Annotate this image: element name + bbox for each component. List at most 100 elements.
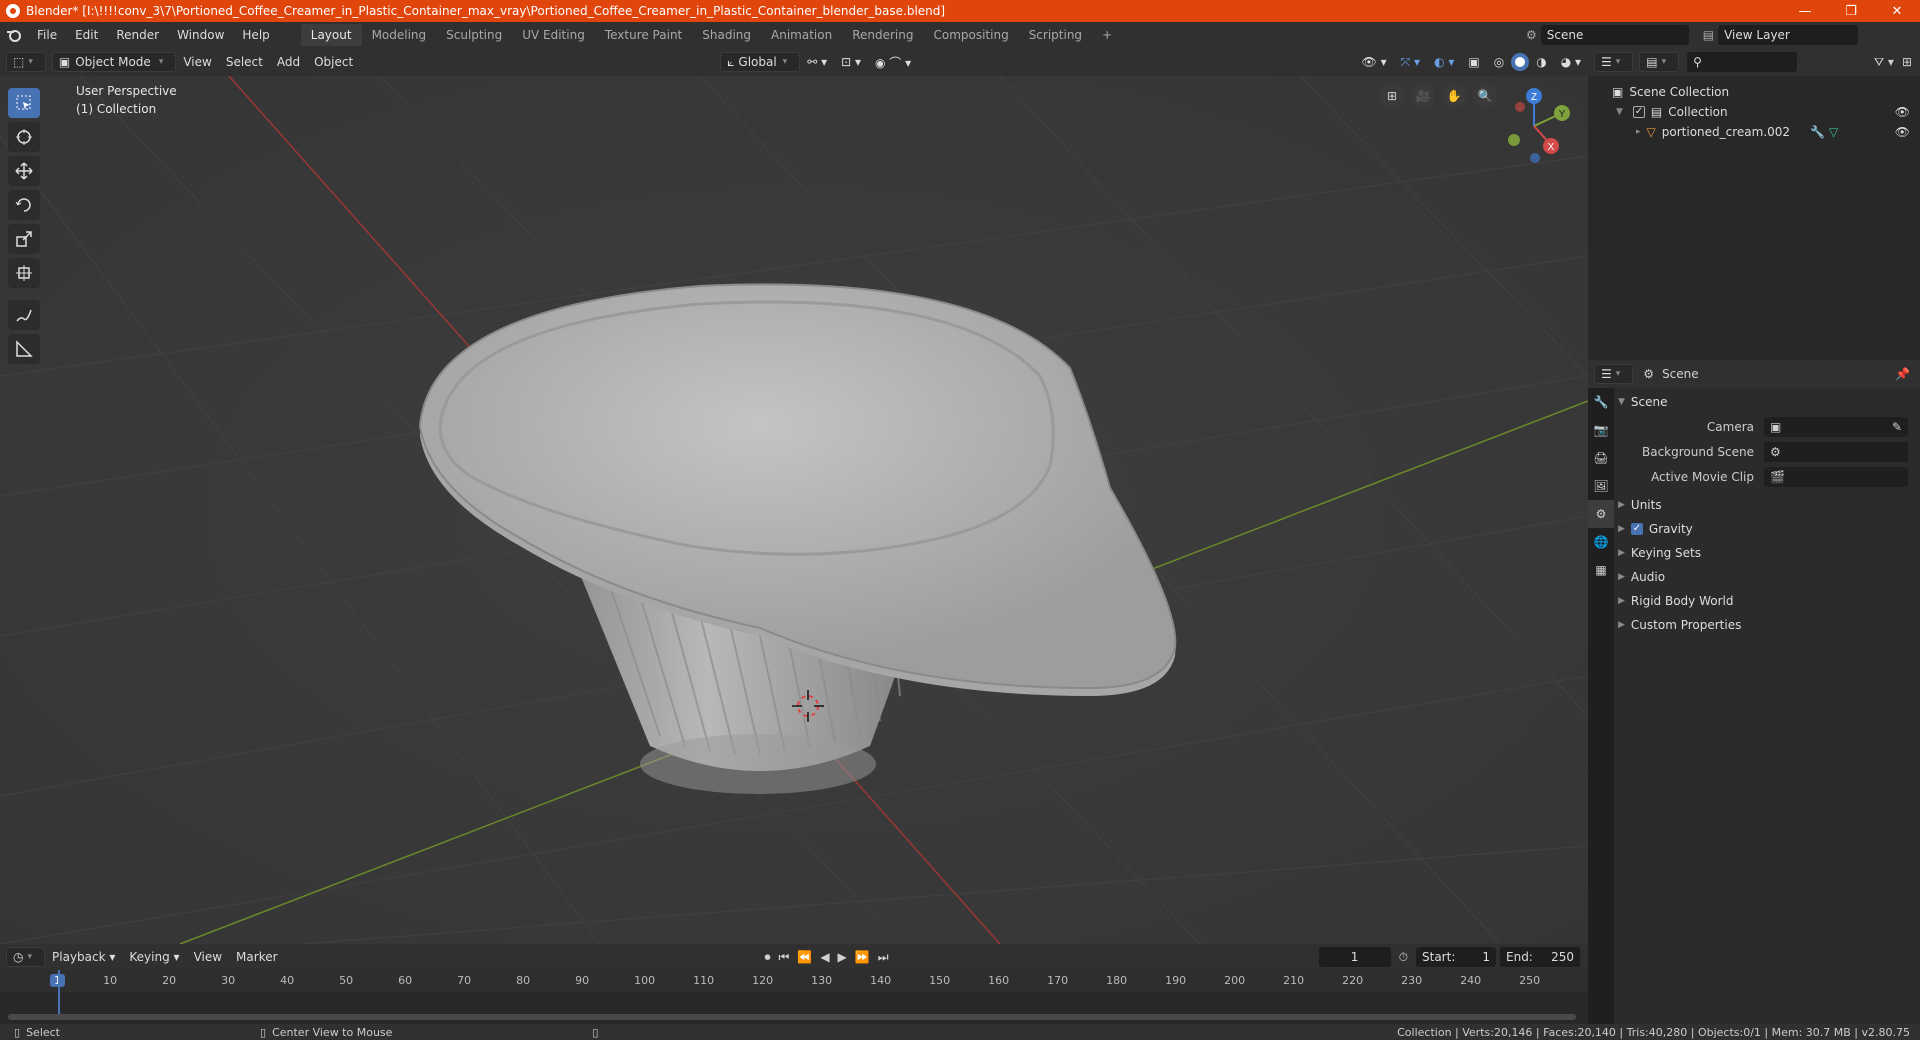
scene-tab-icon[interactable]: ⚙ bbox=[1588, 500, 1614, 528]
scale-tool[interactable] bbox=[8, 224, 40, 254]
keying-sets-panel[interactable]: ▶ Keying Sets bbox=[1618, 541, 1916, 565]
output-tab-icon[interactable]: 🖨 bbox=[1588, 444, 1614, 472]
tab-texture-paint[interactable]: Texture Paint bbox=[595, 24, 692, 46]
viewport-menu-add[interactable]: Add bbox=[270, 55, 307, 69]
custom-properties-panel[interactable]: ▶ Custom Properties bbox=[1618, 613, 1916, 637]
transform-tool[interactable] bbox=[8, 258, 40, 288]
select-box-tool[interactable] bbox=[8, 88, 40, 118]
proportional-edit-icon[interactable]: ◉ ⌒ ▾ bbox=[868, 54, 918, 71]
gravity-panel[interactable]: ▶ ✓ Gravity bbox=[1618, 517, 1916, 541]
camera-field[interactable]: ▣ ✎ bbox=[1764, 416, 1908, 437]
visibility-icon[interactable]: 👁 ▾ bbox=[1355, 55, 1394, 69]
menu-window[interactable]: Window bbox=[168, 22, 233, 48]
movie-clip-field[interactable]: 🎬 bbox=[1764, 466, 1908, 487]
tree-row-collection[interactable]: ▼ ✓ ▤ Collection 👁 bbox=[1588, 102, 1920, 122]
tab-sculpting[interactable]: Sculpting bbox=[436, 24, 512, 46]
viewport-menu-object[interactable]: Object bbox=[307, 55, 360, 69]
background-scene-field[interactable]: ⚙ bbox=[1764, 441, 1908, 462]
expand-chevron-icon[interactable]: ▼ bbox=[1616, 107, 1623, 117]
collection-checkbox[interactable]: ✓ bbox=[1632, 106, 1645, 118]
collapse-chevron-icon[interactable]: ▸ bbox=[1636, 127, 1641, 137]
shading-wireframe-icon[interactable]: ◎ bbox=[1487, 55, 1511, 69]
menu-file[interactable]: File bbox=[28, 22, 66, 48]
stopwatch-icon[interactable]: ⏱ bbox=[1399, 950, 1408, 965]
gizmo-icon[interactable]: ⤧ ▾ bbox=[1394, 55, 1427, 70]
timeline-menu-marker[interactable]: Marker bbox=[229, 950, 284, 964]
viewport-menu-select[interactable]: Select bbox=[219, 55, 270, 69]
filter-icon[interactable]: ⛛ ▾ bbox=[1874, 55, 1894, 70]
shading-solid-icon[interactable] bbox=[1511, 53, 1530, 71]
start-frame-field[interactable]: Start: 1 bbox=[1416, 947, 1496, 967]
outliner-search-input[interactable]: ⚲ bbox=[1687, 52, 1798, 72]
playhead[interactable] bbox=[58, 970, 60, 1016]
object-visibility-eye-icon[interactable]: 👁 bbox=[1895, 125, 1910, 139]
tab-uv-editing[interactable]: UV Editing bbox=[512, 24, 595, 46]
pin-icon[interactable]: 📌 bbox=[1895, 367, 1910, 381]
xray-icon[interactable]: ▣ bbox=[1461, 55, 1486, 69]
overlays-icon[interactable]: ◐ ▾ bbox=[1427, 55, 1461, 69]
tab-animation[interactable]: Animation bbox=[761, 24, 842, 46]
modifier-wrench-icon[interactable]: 🔧 bbox=[1810, 125, 1825, 139]
prev-keyframe-icon[interactable]: ⏪ bbox=[797, 950, 812, 964]
tree-row-scene-collection[interactable]: ▣ Scene Collection bbox=[1588, 82, 1920, 102]
timeline-menu-view[interactable]: View bbox=[187, 950, 229, 964]
close-button[interactable]: ✕ bbox=[1874, 0, 1920, 22]
shading-rendered-icon[interactable]: ◕ ▾ bbox=[1554, 55, 1588, 69]
transform-orientation-dropdown[interactable]: ⟀ Global ▾ bbox=[720, 52, 801, 72]
scene-selector[interactable]: Scene bbox=[1540, 25, 1689, 45]
measure-tool[interactable] bbox=[8, 334, 40, 364]
annotate-tool[interactable] bbox=[8, 300, 40, 330]
maximize-button[interactable]: ❐ bbox=[1828, 0, 1874, 22]
properties-editor-type[interactable]: ☰ ▾ bbox=[1594, 364, 1634, 384]
editor-type-dropdown[interactable]: ⬚ ▾ bbox=[6, 52, 46, 72]
menu-edit[interactable]: Edit bbox=[66, 22, 107, 48]
viewport-menu-view[interactable]: View bbox=[176, 55, 218, 69]
new-collection-icon[interactable]: ⊞ bbox=[1902, 55, 1912, 69]
rigid-body-world-panel[interactable]: ▶ Rigid Body World bbox=[1618, 589, 1916, 613]
menu-render[interactable]: Render bbox=[107, 22, 168, 48]
grid-toggle-icon[interactable]: ⊞ bbox=[1380, 84, 1404, 108]
end-frame-field[interactable]: End: 250 bbox=[1500, 947, 1580, 967]
pivot-icon[interactable]: ⚯ ▾ bbox=[800, 55, 834, 69]
jump-end-icon[interactable]: ⏭ bbox=[878, 950, 889, 965]
camera-view-icon[interactable]: 🎥 bbox=[1411, 84, 1435, 108]
tree-row-object[interactable]: ▸ ▽ portioned_cream.002 🔧 ▽ 👁 bbox=[1588, 122, 1920, 142]
tab-scripting[interactable]: Scripting bbox=[1019, 24, 1092, 46]
pan-hand-icon[interactable]: ✋ bbox=[1442, 84, 1466, 108]
tab-rendering[interactable]: Rendering bbox=[842, 24, 923, 46]
texture-tab-icon[interactable]: ▦ bbox=[1588, 556, 1614, 584]
next-keyframe-icon[interactable]: ⏩ bbox=[855, 950, 870, 964]
snap-icon[interactable]: ⊡ ▾ bbox=[834, 55, 868, 69]
timeline-body[interactable]: 1102030405060708090100110120130140150160… bbox=[0, 970, 1588, 1024]
view-layer-selector[interactable]: View Layer bbox=[1718, 25, 1859, 45]
units-panel[interactable]: ▶ Units bbox=[1618, 493, 1916, 517]
mesh-data-icon[interactable]: ▽ bbox=[1829, 125, 1838, 139]
tab-modeling[interactable]: Modeling bbox=[362, 24, 437, 46]
minimize-button[interactable]: — bbox=[1782, 0, 1828, 22]
timeline-scrollbar[interactable] bbox=[8, 1014, 1576, 1020]
play-reverse-icon[interactable]: ◀ bbox=[820, 950, 829, 964]
tool-tab-icon[interactable]: 🔧 bbox=[1588, 388, 1614, 416]
mode-dropdown[interactable]: ▣ Object Mode ▾ bbox=[51, 52, 177, 72]
move-tool[interactable] bbox=[8, 156, 40, 186]
audio-panel[interactable]: ▶ Audio bbox=[1618, 565, 1916, 589]
view-layer-tab-icon[interactable]: 🖼 bbox=[1588, 472, 1614, 500]
play-icon[interactable]: ▶ bbox=[838, 950, 847, 964]
add-workspace-button[interactable]: + bbox=[1092, 24, 1122, 46]
cursor-tool[interactable] bbox=[8, 122, 40, 152]
menu-help[interactable]: Help bbox=[233, 22, 278, 48]
tab-layout[interactable]: Layout bbox=[300, 24, 362, 46]
timeline-menu-keying[interactable]: Keying ▾ bbox=[122, 950, 186, 964]
outliner-editor-type[interactable]: ☰ ▾ bbox=[1594, 52, 1634, 72]
navigation-gizmo[interactable]: Z Y X bbox=[1494, 86, 1584, 164]
render-tab-icon[interactable]: 📷 bbox=[1588, 416, 1614, 444]
visibility-eye-icon[interactable]: 👁 bbox=[1895, 105, 1910, 119]
jump-start-icon[interactable]: ⏮ bbox=[779, 950, 790, 965]
current-frame-field[interactable]: 1 bbox=[1318, 947, 1391, 967]
tab-shading[interactable]: Shading bbox=[692, 24, 761, 46]
eyedropper-icon[interactable]: ✎ bbox=[1892, 420, 1902, 434]
world-tab-icon[interactable]: 🌐 bbox=[1588, 528, 1614, 556]
blender-menu-icon[interactable] bbox=[0, 27, 28, 43]
timeline-menu-playback[interactable]: Playback ▾ bbox=[45, 950, 122, 964]
record-icon[interactable]: ⏺ bbox=[765, 950, 771, 965]
